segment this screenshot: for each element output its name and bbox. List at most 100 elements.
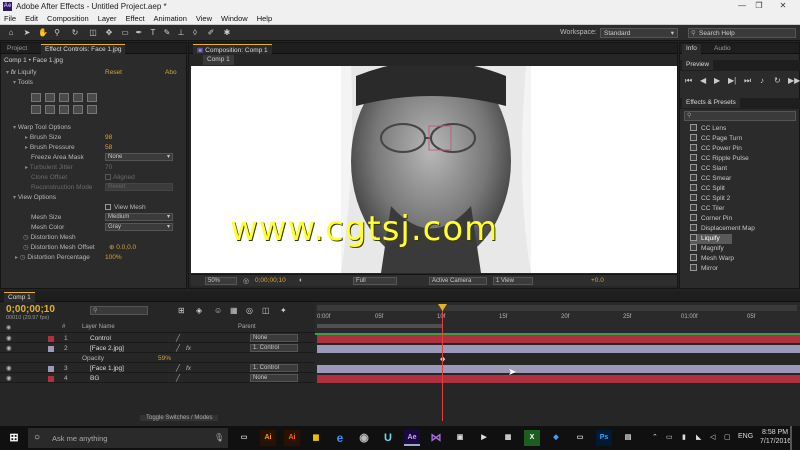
home-icon[interactable]: ⌂ [6, 28, 16, 38]
view-options-group[interactable]: ▾ View Options [13, 193, 56, 202]
volume-icon[interactable]: ◁ [710, 433, 715, 441]
parent-dropdown[interactable]: 1. Control [250, 344, 298, 352]
time-navigator[interactable] [317, 305, 797, 311]
layer-bar-control[interactable] [317, 335, 800, 343]
store-icon[interactable]: ▣ [452, 430, 468, 446]
parent-dropdown[interactable]: None [250, 334, 298, 342]
tab-effect-controls[interactable]: Effect Controls: Face 1.jpg [41, 44, 126, 54]
effect-item[interactable]: CC Smear [690, 174, 731, 184]
layer-row[interactable]: ◉ 3 [Face 1.jpg] ╱ fx 1. Control [0, 364, 315, 373]
network-app-icon[interactable]: ◆ [548, 430, 564, 446]
tab-effects-presets[interactable]: Effects & Presets [682, 98, 740, 108]
app-grid-icon[interactable]: ▤ [620, 430, 636, 446]
camera-tool-icon[interactable]: ◫ [88, 28, 98, 38]
photoshop-icon[interactable]: Ps [596, 430, 612, 446]
layer-bar-bg[interactable] [317, 375, 800, 383]
cortana-search-box[interactable]: ○ Ask me anything 🎙 [28, 428, 228, 448]
clock-time[interactable]: 8:58 PM [762, 429, 788, 436]
maximize-button[interactable]: ❐ [752, 1, 766, 12]
eraser-tool-icon[interactable]: ◊ [190, 28, 200, 38]
timeline-search-input[interactable]: ⚲ [90, 306, 148, 315]
snapshot-icon[interactable]: ◎ [243, 277, 249, 285]
pen-tool-icon[interactable]: ✒ [134, 28, 144, 38]
show-hidden-icons-icon[interactable]: ⌃ [652, 433, 658, 441]
file-explorer-icon[interactable]: ▆ [308, 430, 324, 446]
mask-tool-icon[interactable]: ▭ [120, 28, 130, 38]
language-indicator[interactable]: ENG [738, 433, 753, 440]
graph-editor-icon[interactable]: ◫ [262, 306, 270, 315]
brush-pressure-value[interactable]: 58 [105, 143, 112, 152]
cinema4d-icon[interactable]: ◉ [356, 430, 372, 446]
stopwatch-icon[interactable]: ◷ [20, 254, 26, 261]
search-help-input[interactable]: ⚲ Search Help [688, 28, 796, 38]
menu-effect[interactable]: Effect [121, 13, 149, 23]
pucker-tool-icon[interactable] [87, 93, 97, 102]
effect-item[interactable]: CC Ripple Pulse [690, 154, 749, 164]
effect-item[interactable]: CC Split [690, 184, 725, 194]
task-view-icon[interactable]: ▭ [236, 430, 252, 446]
after-effects-taskbar-icon[interactable]: Ae [404, 430, 420, 446]
hand-tool-icon[interactable]: ✋ [38, 28, 48, 38]
layer-row[interactable]: ◉ 2 [Face 2.jpg] ╱ fx 1. Control [0, 344, 315, 353]
app-window-icon[interactable]: ▭ [572, 430, 588, 446]
windows-start-icon[interactable]: ⊞ [6, 430, 22, 446]
col-layer-name[interactable]: Layer Name [82, 324, 115, 330]
views-dropdown[interactable]: 1 View [493, 277, 533, 285]
brush-tool-icon[interactable]: ✎ [162, 28, 172, 38]
pickwhip-icon[interactable]: ╱ [176, 364, 180, 373]
tools-group[interactable]: ▾ Tools [13, 78, 33, 87]
turbulence-tool-icon[interactable] [45, 93, 55, 102]
fx-icon[interactable]: fx [186, 344, 191, 353]
layer-name[interactable]: Control [90, 334, 111, 343]
selection-tool-icon[interactable]: ➤ [22, 28, 32, 38]
twirl-counterclockwise-tool-icon[interactable] [73, 93, 83, 102]
zoom-tool-icon[interactable]: ⚲ [52, 28, 62, 38]
layer-row[interactable]: ◉ 1 Control ╱ None [0, 334, 315, 343]
minimize-button[interactable]: — [735, 1, 749, 12]
mesh-size-dropdown[interactable]: Medium ▾ [105, 213, 173, 221]
warp-tool-options-group[interactable]: ▾ Warp Tool Options [13, 123, 71, 132]
label-color-swatch[interactable] [48, 376, 54, 382]
pickwhip-icon[interactable]: ╱ [176, 374, 180, 383]
menu-animation[interactable]: Animation [150, 13, 192, 23]
menu-window[interactable]: Window [217, 13, 253, 23]
roto-brush-tool-icon[interactable]: ✐ [206, 28, 216, 38]
illustrator-icon[interactable]: Ai [260, 430, 276, 446]
last-frame-icon[interactable]: ⏭ [744, 76, 751, 86]
playhead[interactable] [442, 309, 443, 421]
system-tray-icon[interactable]: ▭ [666, 433, 673, 441]
visual-studio-icon[interactable]: ⋈ [428, 430, 444, 446]
layer-name[interactable]: [Face 1.jpg] [90, 364, 124, 373]
pickwhip-icon[interactable]: ╱ [176, 344, 180, 353]
effect-item[interactable]: Corner Pin [690, 214, 732, 224]
camera-dropdown[interactable]: Active Camera [429, 277, 487, 285]
ram-preview-icon[interactable]: ▶▶ [788, 76, 800, 85]
first-frame-icon[interactable]: ⏮ [685, 76, 692, 86]
tab-info[interactable]: Info [682, 44, 701, 54]
illustrator-2-icon[interactable]: Ai [284, 430, 300, 446]
col-parent[interactable]: Parent [238, 324, 256, 330]
mesh-color-dropdown[interactable]: Gray ▾ [105, 223, 173, 231]
effect-item[interactable]: Magnify [690, 244, 724, 254]
draft-3d-icon[interactable]: ◈ [196, 306, 202, 315]
next-frame-icon[interactable]: ▶| [728, 76, 736, 85]
battery-icon[interactable]: ▮ [682, 433, 686, 441]
opacity-value[interactable]: 59% [158, 354, 171, 363]
reset-link[interactable]: Reset [105, 68, 122, 77]
layer-row[interactable]: ◉ 4 BG ╱ None [0, 374, 315, 383]
loop-icon[interactable]: ↻ [774, 76, 781, 85]
clone-tool-icon[interactable] [73, 105, 83, 114]
effects-search-input[interactable]: ⚲ [684, 111, 796, 121]
show-channel-icon[interactable]: ◐ [299, 277, 303, 284]
exposure-value[interactable]: +0.0 [591, 277, 604, 284]
menu-layer[interactable]: Layer [94, 13, 122, 23]
menu-edit[interactable]: Edit [21, 13, 43, 23]
shift-pixels-tool-icon[interactable] [45, 105, 55, 114]
effect-item[interactable]: CC Lens [690, 124, 726, 134]
about-link[interactable]: Abo [165, 68, 177, 77]
comp-timecode[interactable]: 0;00;00;10 [255, 277, 286, 284]
comp-mini-flowchart-icon[interactable]: ⊞ [178, 306, 185, 315]
brainstorm-icon[interactable]: ✦ [280, 306, 287, 315]
pickwhip-icon[interactable]: ╱ [176, 334, 180, 343]
workspace-dropdown[interactable]: Standard ▾ [600, 28, 678, 38]
